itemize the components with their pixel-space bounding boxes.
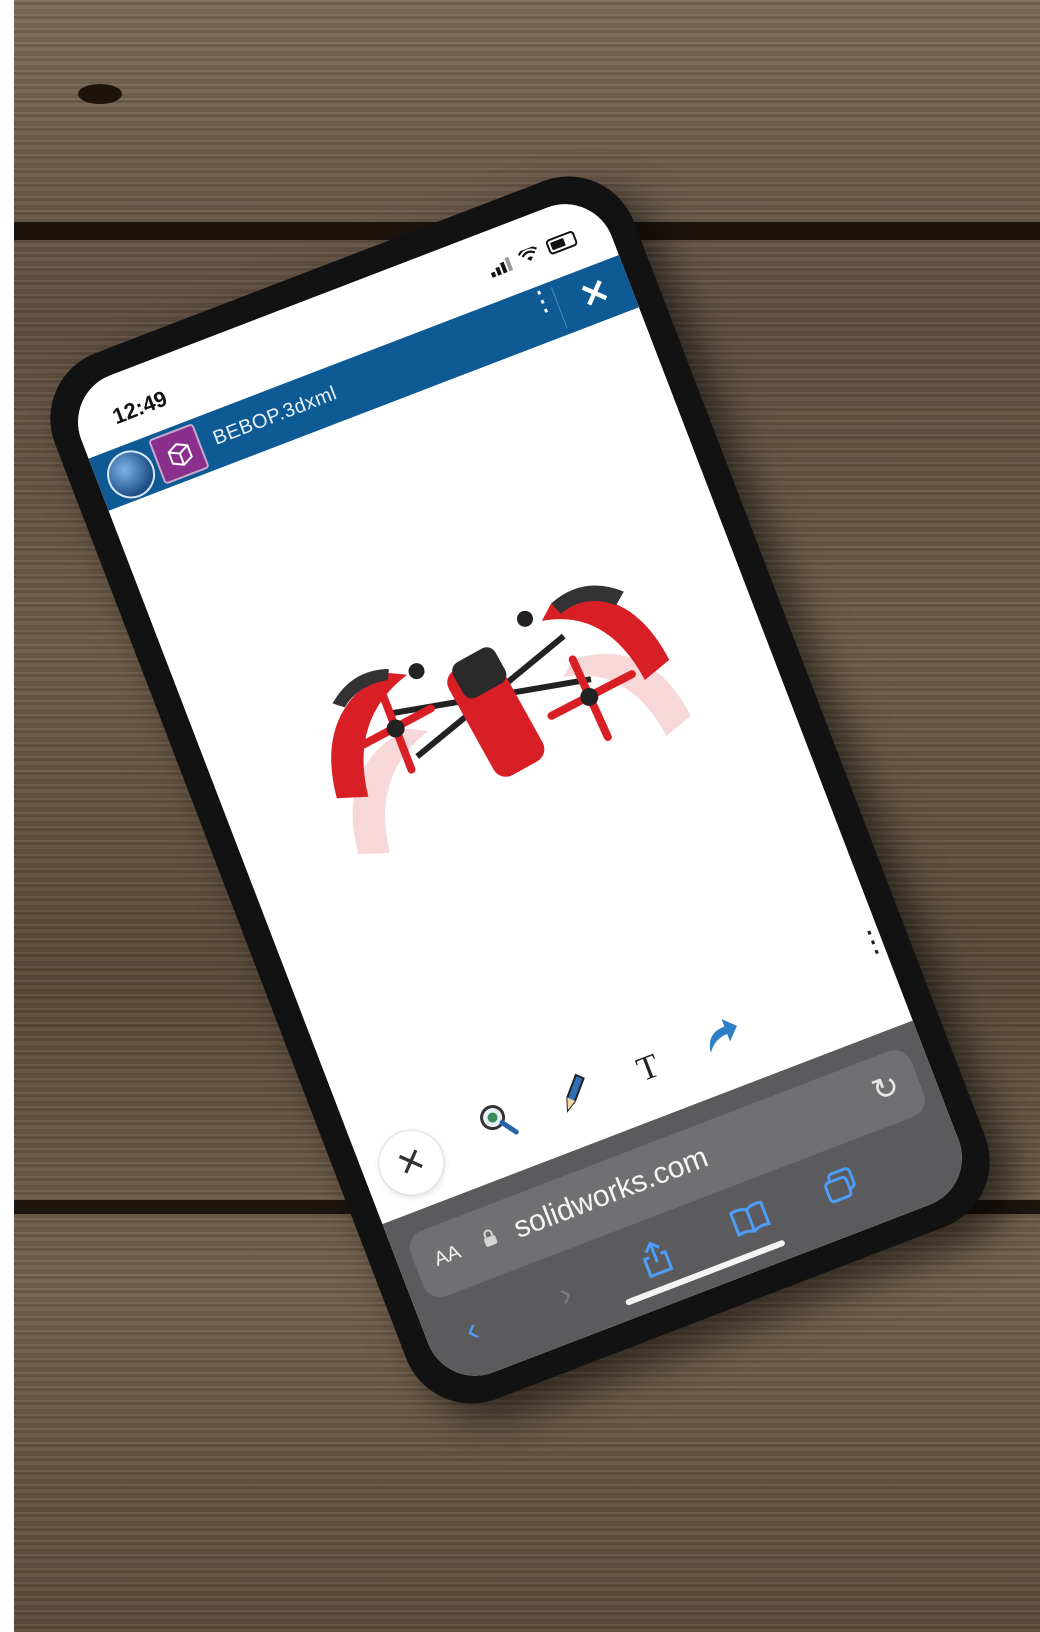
status-time: 12:49 (109, 385, 171, 430)
forward-icon[interactable]: › (553, 1274, 578, 1314)
text-size-button[interactable]: AA (431, 1241, 464, 1272)
reload-icon[interactable]: ↻ (866, 1065, 905, 1110)
wood-knot (78, 84, 122, 104)
zoom-icon[interactable] (468, 1095, 530, 1157)
toolbar-close-button[interactable]: ✕ (368, 1120, 454, 1206)
pencil-icon[interactable] (543, 1066, 605, 1128)
bookmarks-icon[interactable] (727, 1198, 776, 1248)
left-margin-strip (0, 0, 14, 1632)
back-icon[interactable]: ‹ (460, 1310, 485, 1350)
wifi-icon (517, 245, 541, 265)
drone-3d-model (331, 585, 691, 855)
lock-icon (480, 1227, 501, 1253)
signal-icon (487, 255, 514, 278)
more-menu-icon[interactable]: ⋮ (524, 282, 561, 334)
share-arrow-icon[interactable] (692, 1009, 754, 1071)
status-icons (487, 229, 579, 278)
battery-icon (544, 229, 579, 256)
text-tool-icon[interactable]: T (617, 1038, 679, 1100)
close-viewer-button[interactable]: ✕ (575, 270, 616, 318)
more-vert-icon[interactable]: ⋮ (853, 921, 893, 963)
tabs-icon[interactable] (818, 1165, 864, 1215)
